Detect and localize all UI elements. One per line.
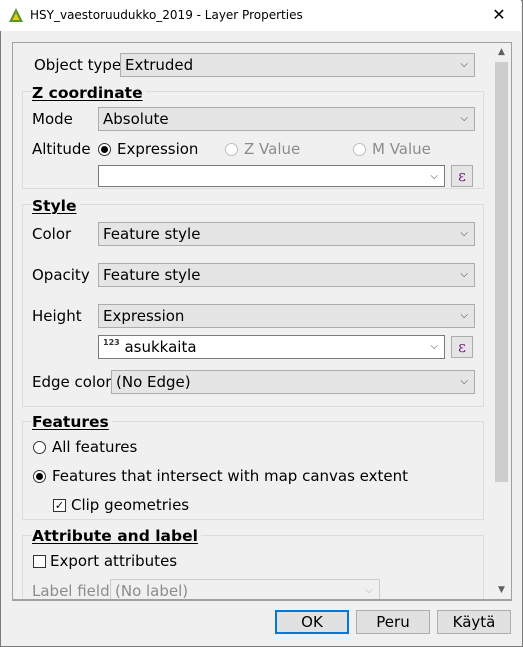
features-title-text: Features (32, 413, 109, 431)
altitude-expression-radio[interactable] (98, 143, 111, 156)
opacity-value: Feature style (103, 266, 201, 284)
color-combo[interactable]: Feature style ⌵ (98, 222, 475, 246)
checkmark-icon: ✓ (54, 499, 65, 512)
label-field-value: (No label) (115, 582, 189, 600)
color-label: Color (32, 225, 72, 243)
export-attributes-label[interactable]: Export attributes (50, 552, 177, 570)
mode-value: Absolute (103, 110, 169, 128)
cancel-button[interactable]: Peru (356, 610, 430, 634)
scrollbar-thumb[interactable] (495, 62, 508, 482)
altitude-expression-field[interactable]: ⌵ (98, 165, 445, 187)
clip-geometries-label[interactable]: Clip geometries (71, 496, 189, 514)
attribute-label-title-text: Attribute and label (32, 527, 198, 545)
mode-combo[interactable]: Absolute ⌵ (98, 107, 475, 131)
style-title: Style (32, 197, 80, 215)
attribute-label-title: Attribute and label (32, 527, 201, 545)
label-field-label: Label field (32, 582, 110, 600)
chevron-down-icon: ⌵ (460, 310, 468, 321)
intersect-extent-label[interactable]: Features that intersect with map canvas … (52, 467, 408, 485)
export-attributes-checkbox[interactable] (33, 555, 46, 568)
edge-color-combo[interactable]: (No Edge) ⌵ (111, 370, 475, 394)
intersect-extent-radio[interactable] (33, 470, 46, 483)
height-expression-button[interactable]: ε (451, 336, 473, 358)
qgis-layer-icon (9, 8, 23, 22)
edge-color-value: (No Edge) (116, 373, 191, 391)
features-title: Features (32, 413, 112, 431)
chevron-down-icon: ⌵ (430, 171, 438, 182)
integer-field-icon: 123 (103, 338, 120, 347)
height-label: Height (32, 307, 82, 325)
opacity-combo[interactable]: Feature style ⌵ (98, 263, 475, 287)
chevron-down-icon: ⌵ (460, 376, 468, 387)
chevron-down-icon: ⌵ (460, 228, 468, 239)
altitude-m-value-label: M Value (372, 140, 431, 158)
opacity-label: Opacity (32, 266, 90, 284)
chevron-down-icon: ⌵ (430, 341, 438, 352)
altitude-m-value-radio (353, 143, 366, 156)
height-field-combo[interactable]: 123 asukkaita ⌵ (98, 335, 445, 359)
apply-button[interactable]: Käytä (437, 610, 511, 634)
clip-geometries-checkbox[interactable]: ✓ (53, 499, 66, 512)
altitude-label: Altitude (32, 140, 91, 158)
scroll-up-icon[interactable]: ▲ (493, 44, 510, 60)
style-title-text: Style (32, 197, 77, 215)
altitude-expression-label[interactable]: Expression (117, 140, 198, 158)
object-type-label: Object type (34, 56, 122, 74)
object-type-combo[interactable]: Extruded ⌵ (120, 53, 475, 77)
chevron-down-icon: ⌵ (460, 59, 468, 70)
height-value: Expression (103, 307, 185, 325)
z-coordinate-title-text: Z coordinate (32, 84, 143, 102)
chevron-down-icon: ⌵ (460, 269, 468, 280)
color-value: Feature style (103, 225, 201, 243)
all-features-radio[interactable] (33, 441, 46, 454)
scroll-down-icon[interactable]: ▼ (493, 582, 510, 598)
object-type-value: Extruded (125, 56, 194, 74)
chevron-down-icon: ⌵ (460, 113, 468, 124)
altitude-z-value-radio (225, 143, 238, 156)
ok-button[interactable]: OK (275, 610, 349, 634)
close-icon[interactable]: ✕ (476, 0, 522, 31)
all-features-label[interactable]: All features (52, 438, 137, 456)
height-combo[interactable]: Expression ⌵ (98, 304, 475, 328)
z-coordinate-title: Z coordinate (32, 84, 146, 102)
height-field-value: asukkaita (124, 338, 197, 356)
mode-label: Mode (32, 110, 73, 128)
altitude-z-value-label: Z Value (244, 140, 301, 158)
edge-color-label: Edge color (32, 373, 112, 391)
altitude-expression-button[interactable]: ε (451, 165, 473, 187)
window-title: HSY_vaestoruudukko_2019 - Layer Properti… (30, 8, 303, 22)
